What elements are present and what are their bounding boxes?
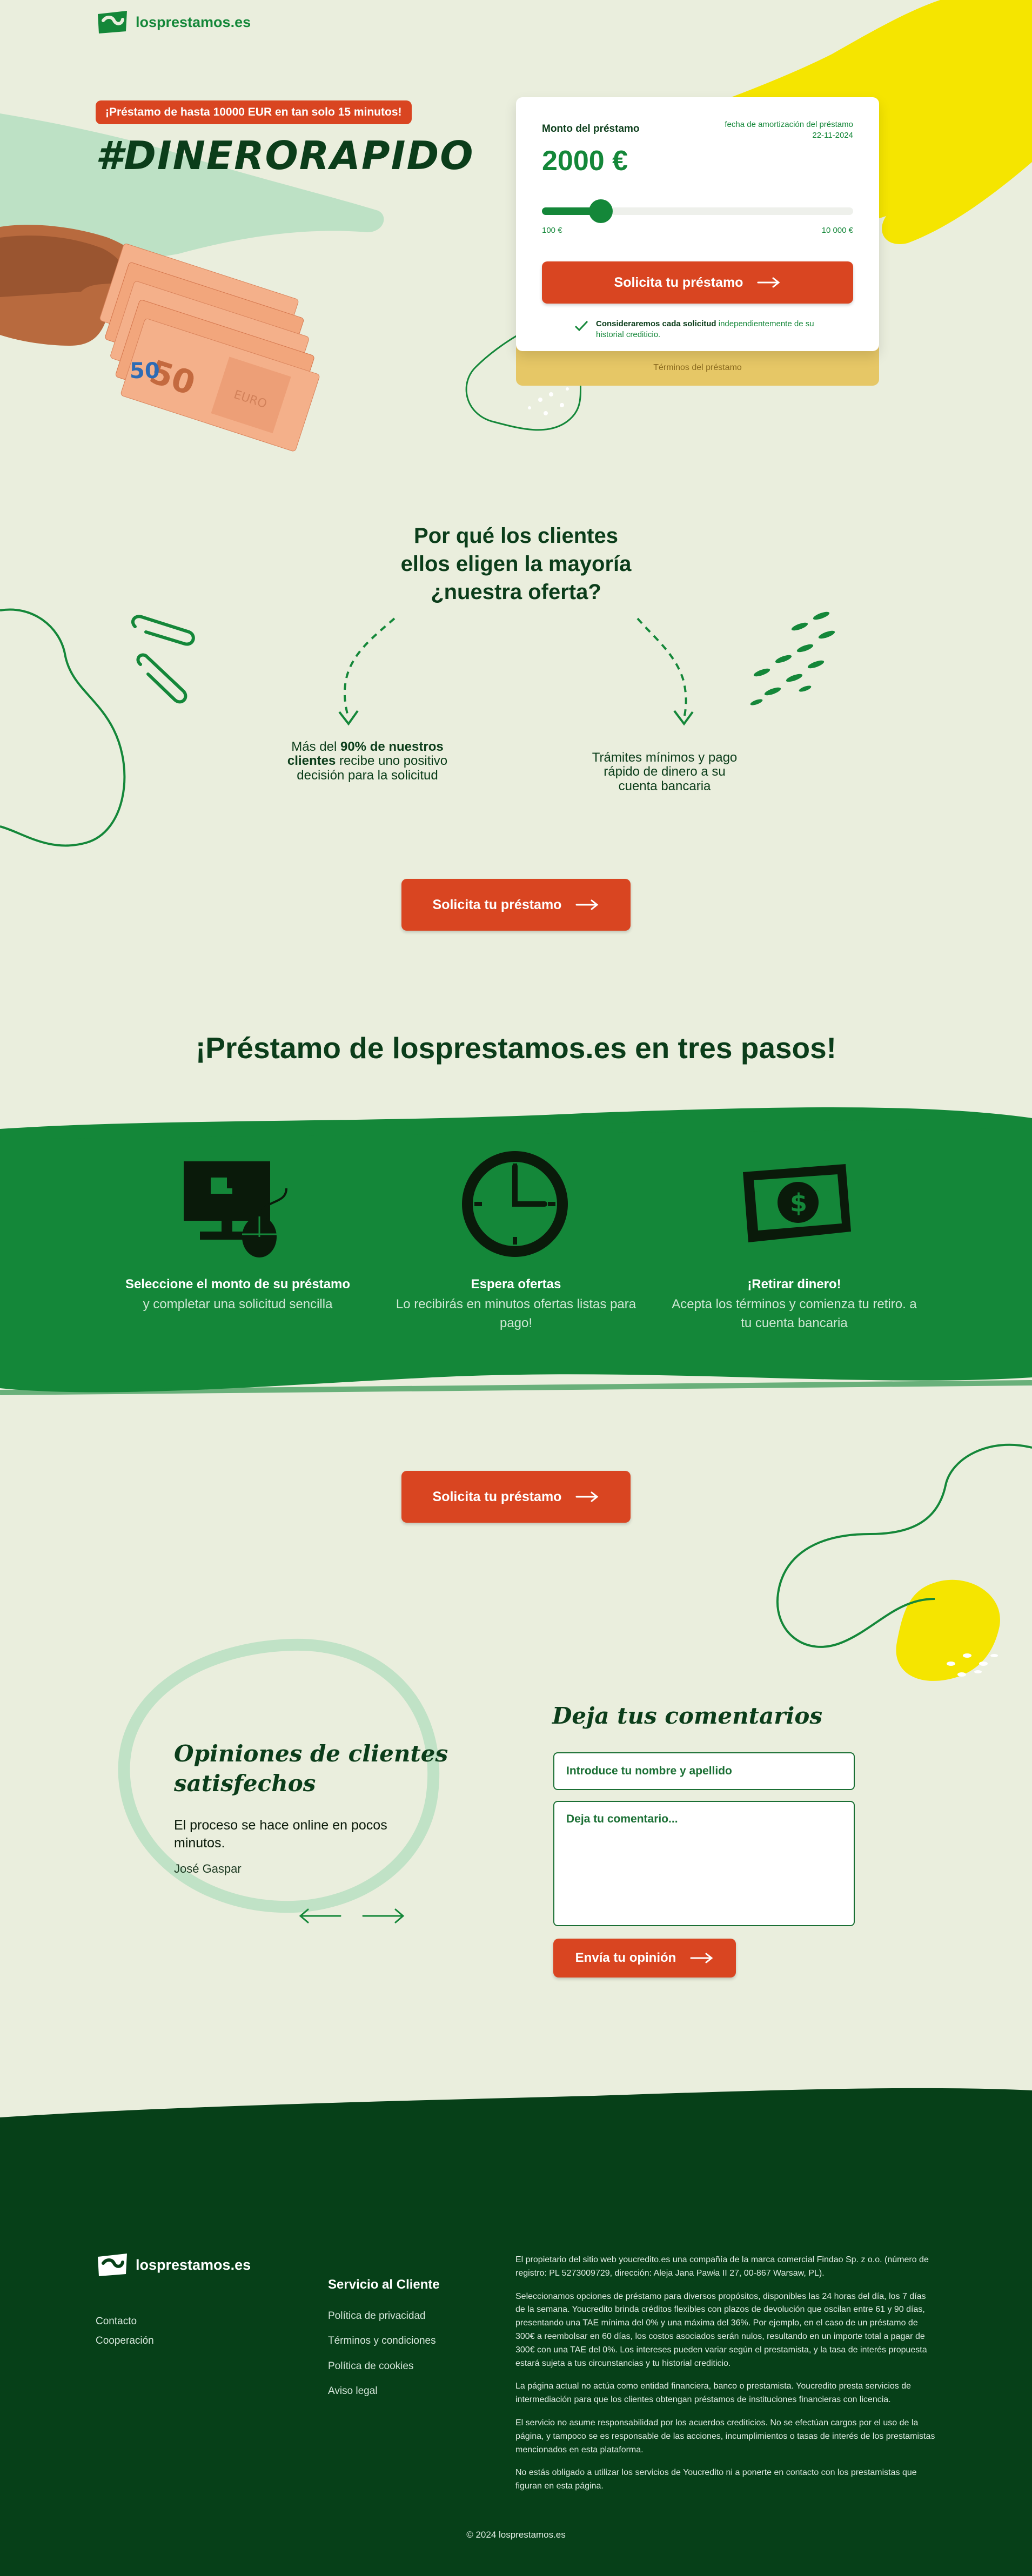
name-input[interactable]: Introduce tu nombre y apellido	[553, 1752, 855, 1790]
terms-label: Términos del préstamo	[653, 363, 742, 372]
step-1-title: Seleccione el monto de su préstamo	[125, 1277, 351, 1292]
amount-label: Monto del préstamo	[542, 123, 640, 134]
footer-paragraph: No estás obligado a utilizar los servici…	[515, 2468, 917, 2491]
step-2-text: Lo recibirás en minutos ofertas listas p…	[396, 1297, 636, 1330]
footer-copyright: © 2024 losprestamos.es	[466, 2530, 566, 2540]
review-quote: El proceso se hace online en pocos minut…	[174, 1818, 387, 1851]
step-1-text: y completar una solicitud sencilla	[143, 1297, 333, 1311]
paperclip-icon	[131, 615, 195, 704]
footer-link-terms[interactable]: Términos y condiciones	[328, 2335, 436, 2347]
money-icon: $	[743, 1164, 851, 1242]
step-2-title: Espera ofertas	[471, 1277, 561, 1292]
apply-loan-button-label: Solicita tu préstamo	[614, 274, 743, 290]
arrow-right-icon[interactable]	[362, 1908, 405, 1924]
arrow-right-icon	[690, 1953, 713, 1963]
step-2: Espera ofertas Lo recibirás en minutos o…	[392, 1277, 640, 1333]
why-point-fast-payment: Trámites mínimos y pago rápido de dinero…	[592, 750, 738, 793]
slider-min-label: 100 €	[542, 226, 562, 235]
step-1: Seleccione el monto de su préstamo y com…	[111, 1277, 365, 1314]
svg-text:50: 50	[130, 359, 160, 384]
arrow-right-icon	[575, 899, 599, 910]
comment-textarea[interactable]: Deja tu comentario...	[553, 1801, 855, 1926]
footer-link-cooperation[interactable]: Cooperación	[96, 2335, 154, 2347]
footer-link-privacy[interactable]: Política de privacidad	[328, 2310, 426, 2322]
green-outline-yellow-blob-decoration	[776, 1443, 1032, 1681]
review-author: José Gaspar	[174, 1862, 242, 1875]
loan-calculator-card: Monto del préstamo fecha de amortización…	[516, 97, 879, 351]
reviews-title: Opiniones de clientes satisfechos	[174, 1740, 448, 1797]
footer-service-title: Servicio al Cliente	[328, 2277, 440, 2292]
hashtag-title: #DINERORAPIDO	[96, 133, 474, 178]
repayment-date-value: 22-11-2024	[812, 131, 853, 140]
green-outline-blob-decoration	[0, 608, 126, 847]
apply-loan-button[interactable]: Solicita tu préstamo	[542, 261, 853, 304]
repayment-date-label: fecha de amortización del préstamo	[725, 120, 853, 129]
slider-max-label: 10 000 €	[821, 226, 853, 235]
footer-paragraph: La página actual no actúa como entidad f…	[515, 2382, 912, 2405]
footer-paragraph: El servicio no asume responsabilidad por…	[515, 2418, 935, 2454]
arrow-down-right-icon	[636, 617, 694, 726]
check-icon	[574, 320, 588, 332]
why-apply-button-label: Solicita tu préstamo	[432, 897, 562, 912]
logo-icon	[98, 2254, 127, 2276]
footer-link-legal[interactable]: Aviso legal	[328, 2385, 378, 2397]
arrow-left-icon[interactable]	[298, 1908, 341, 1924]
svg-text:$: $	[790, 1188, 807, 1218]
header-logo[interactable]: losprestamos.es	[96, 9, 251, 36]
footer-paragraph: Seleccionamos opciones de préstamo para …	[515, 2291, 927, 2368]
footer-logo-text: losprestamos.es	[136, 2256, 251, 2273]
steps-apply-button[interactable]: Solicita tu préstamo	[401, 1471, 631, 1523]
computer-icon	[184, 1161, 287, 1257]
footer-link-cookies[interactable]: Política de cookies	[328, 2360, 413, 2372]
send-review-button[interactable]: Envía tu opinión	[553, 1939, 736, 1978]
amount-value: 2000 €	[542, 145, 628, 177]
step-3: ¡Retirar dinero! Acepta los términos y c…	[670, 1277, 919, 1333]
arrow-right-icon	[575, 1491, 599, 1502]
why-title: Por qué los clientes ellos eligen la may…	[400, 524, 632, 604]
steps-title: ¡Préstamo de losprestamos.es en tres pas…	[195, 1031, 837, 1065]
logo-icon	[98, 11, 127, 33]
credit-history-note: Consideraremos cada solicitud independie…	[596, 319, 814, 340]
why-apply-button[interactable]: Solicita tu préstamo	[401, 879, 631, 931]
footer-link-contact[interactable]: Contacto	[96, 2316, 137, 2328]
arrow-right-icon	[757, 277, 780, 288]
amount-slider[interactable]	[542, 199, 853, 223]
footer-legal-text: El propietario del sitio web youcredito.…	[515, 2254, 937, 2503]
slider-handle[interactable]	[589, 199, 613, 223]
arrow-down-left-icon	[338, 617, 396, 726]
step-3-title: ¡Retirar dinero!	[747, 1277, 841, 1292]
clock-icon	[462, 1151, 568, 1257]
footer-paragraph: El propietario del sitio web youcredito.…	[515, 2255, 929, 2278]
step-3-text: Acepta los términos y comienza tu retiro…	[672, 1297, 917, 1330]
hand-money-illustration: 50 EURO 50	[0, 225, 320, 452]
promo-badge: ¡Préstamo de hasta 10000 EUR en tan solo…	[96, 100, 412, 124]
leaf-dots-decoration	[750, 611, 835, 705]
why-point-approval: Más del 90% de nuestros clientes recibe …	[287, 739, 448, 783]
send-review-button-label: Envía tu opinión	[575, 1951, 676, 1965]
steps-apply-button-label: Solicita tu préstamo	[432, 1489, 562, 1504]
logo-text: losprestamos.es	[136, 14, 251, 30]
comment-title: Deja tus comentarios	[552, 1703, 823, 1729]
footer-logo[interactable]: losprestamos.es	[96, 2251, 251, 2278]
